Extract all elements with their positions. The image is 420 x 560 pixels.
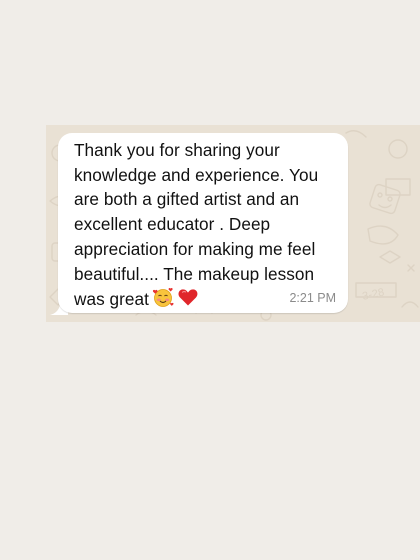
message-timestamp: 2:21 PM — [289, 291, 336, 305]
red-heart-icon — [177, 286, 199, 315]
smiling-face-with-hearts-icon — [152, 286, 174, 315]
message-text: Thank you for sharing your knowledge and… — [74, 138, 344, 315]
message-body: Thank you for sharing your knowledge and… — [74, 140, 319, 310]
svg-text:3-28: 3-28 — [361, 286, 385, 302]
